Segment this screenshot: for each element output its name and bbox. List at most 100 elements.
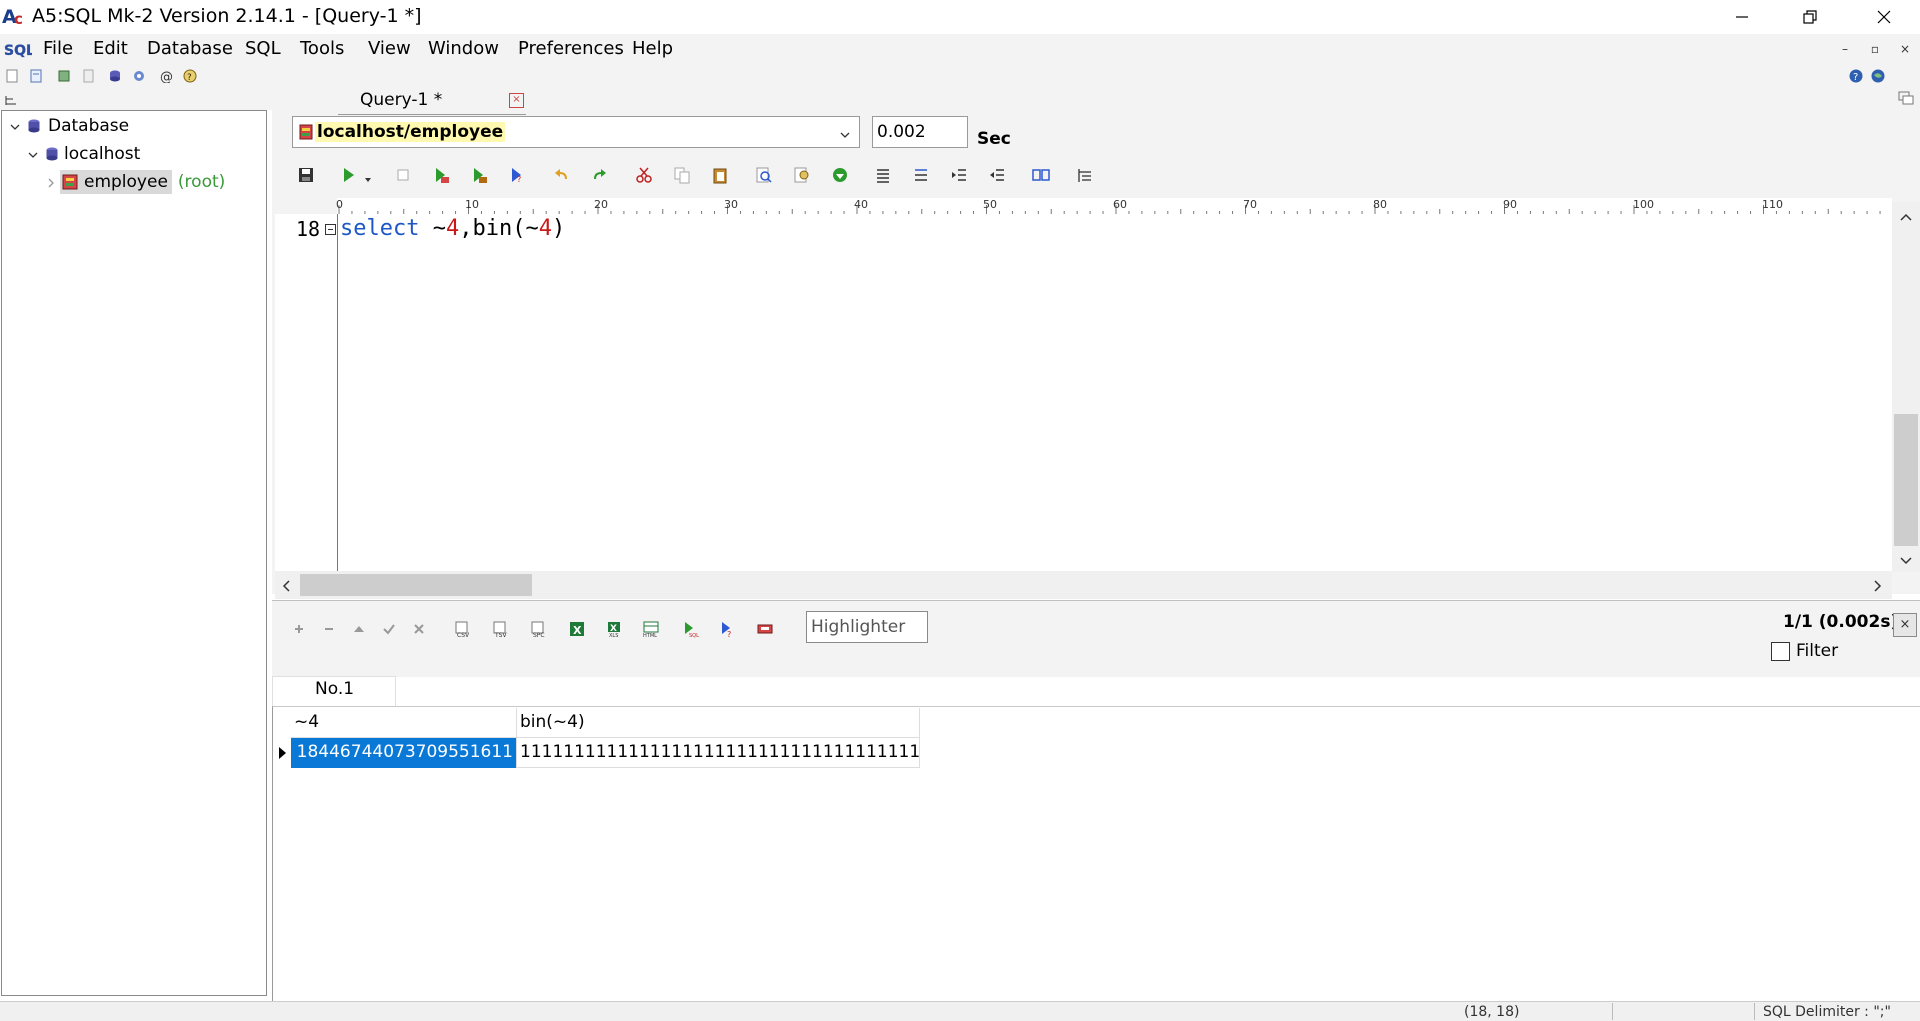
find-icon[interactable] — [755, 166, 773, 184]
copy-icon[interactable] — [673, 166, 691, 184]
print-icon[interactable] — [756, 620, 774, 638]
explain-icon[interactable] — [470, 166, 488, 184]
web-globe-icon[interactable] — [1871, 68, 1885, 83]
replace-icon[interactable] — [793, 166, 811, 184]
menu-sql[interactable]: SQL — [245, 38, 281, 59]
database-connect-icon[interactable] — [108, 68, 122, 82]
menu-tools[interactable]: Tools — [300, 38, 344, 59]
menu-help[interactable]: Help — [632, 38, 673, 59]
export-icon[interactable] — [432, 166, 450, 184]
help-circle-icon[interactable]: ? — [183, 68, 197, 83]
redo-icon[interactable] — [590, 166, 608, 184]
highlighter-input[interactable]: Highlighter — [806, 611, 928, 643]
chevron-down-icon[interactable] — [1898, 552, 1914, 565]
table-cell-selected[interactable]: 18446744073709551611 — [291, 738, 517, 768]
plan-icon[interactable]: ? — [508, 166, 526, 184]
wrap-icon[interactable] — [912, 166, 930, 184]
restore-button[interactable] — [1776, 0, 1844, 34]
export-spc-icon[interactable]: SPC — [530, 620, 548, 639]
tree-node-host[interactable]: localhost — [26, 144, 140, 164]
commit-icon[interactable] — [380, 620, 398, 638]
mdi-close-button[interactable]: × — [1894, 38, 1916, 60]
code-line[interactable]: select ~4,bin(~4) — [340, 216, 565, 241]
chevron-down-icon[interactable] — [8, 119, 22, 133]
column-header[interactable]: ~4 — [291, 708, 517, 738]
export-csv-icon[interactable]: CSV — [454, 620, 472, 639]
close-result-button[interactable]: × — [1893, 613, 1917, 637]
svg-text:?: ? — [1853, 72, 1858, 83]
menu-database[interactable]: Database — [147, 38, 233, 59]
run-query-icon[interactable]: ? — [718, 620, 736, 639]
tree-node-schema[interactable]: employee (root) — [44, 170, 225, 194]
chevron-down-icon[interactable] — [26, 147, 40, 161]
tab-close-button[interactable]: × — [509, 93, 524, 108]
at-sign-icon[interactable]: @ — [160, 68, 174, 85]
add-row-icon[interactable] — [290, 620, 308, 638]
indent-icon[interactable] — [950, 166, 968, 184]
cancel-edit-icon[interactable] — [410, 620, 428, 638]
new-file-icon[interactable] — [5, 68, 19, 83]
menu-window[interactable]: Window — [428, 38, 499, 59]
code-number: 4 — [538, 216, 552, 241]
move-up-icon[interactable] — [350, 620, 368, 638]
connection-select[interactable]: localhost/employee — [292, 116, 860, 148]
save-icon[interactable] — [297, 166, 315, 184]
mdi-restore-button[interactable]: ▫ — [1864, 38, 1886, 60]
chevron-right-icon[interactable] — [44, 175, 58, 189]
cut-icon[interactable] — [635, 166, 653, 184]
database-icon — [26, 118, 42, 134]
jump-icon[interactable] — [831, 166, 849, 184]
column-header[interactable]: bin(~4) — [517, 708, 920, 738]
outdent-icon[interactable] — [988, 166, 1006, 184]
tab-result-no1-label: No.1 — [315, 679, 355, 699]
editor-horizontal-scroll-thumb[interactable] — [300, 574, 532, 596]
mdi-minimize-button[interactable]: – — [1834, 38, 1856, 60]
undo-icon[interactable] — [553, 166, 571, 184]
open-file-icon[interactable] — [29, 68, 43, 83]
delete-row-icon[interactable] — [320, 620, 338, 638]
code-text: ) — [551, 216, 566, 241]
filter-checkbox[interactable] — [1771, 642, 1790, 661]
chevron-down-icon[interactable] — [363, 170, 373, 182]
navigator-toolbar — [0, 88, 272, 110]
minimize-button[interactable] — [1708, 0, 1776, 34]
result-grid[interactable]: ~4 bin(~4) 18446744073709551611 11111111… — [291, 708, 920, 770]
gear-icon[interactable] — [132, 68, 146, 82]
sql-editor[interactable] — [275, 214, 1892, 571]
align-icon[interactable] — [874, 166, 892, 184]
tree-node-database[interactable]: Database — [8, 116, 129, 136]
ruler-mark: 70 — [1243, 198, 1257, 211]
outline-icon[interactable] — [1076, 166, 1094, 184]
chevron-left-icon[interactable] — [280, 578, 292, 594]
close-window-button[interactable] — [1850, 0, 1918, 34]
menu-view[interactable]: View — [368, 38, 411, 59]
cursor-position: (18, 18) — [1464, 1004, 1520, 1020]
exec-time-field[interactable]: 0.002 — [872, 116, 968, 148]
editor-vertical-scroll-thumb[interactable] — [1894, 414, 1918, 546]
copy-file-icon[interactable] — [81, 68, 95, 83]
help-icon[interactable]: ? — [1849, 68, 1863, 83]
menu-preferences[interactable]: Preferences — [518, 38, 624, 59]
chevron-right-icon[interactable] — [1872, 578, 1884, 594]
execute-icon[interactable] — [340, 166, 358, 184]
export-sql-icon[interactable]: SQL — [681, 620, 699, 639]
tree-schema-selected[interactable]: employee — [60, 170, 172, 194]
paste-icon[interactable] — [711, 166, 729, 184]
export-excel-icon[interactable]: X — [568, 620, 586, 638]
ruler-mark: 110 — [1762, 198, 1783, 211]
export-html-icon[interactable]: HTML — [642, 620, 660, 639]
export-tsv-icon[interactable]: TSV — [492, 620, 510, 639]
compare-icon[interactable] — [1032, 166, 1050, 184]
menu-edit[interactable]: Edit — [93, 38, 128, 59]
save-db-icon[interactable] — [57, 68, 71, 82]
ruler-mark: 60 — [1113, 198, 1127, 211]
table-cell[interactable]: 1111111111111111111111111111111111111111 — [517, 738, 920, 768]
fold-icon[interactable] — [325, 224, 336, 235]
tree-toggle-icon[interactable] — [4, 92, 18, 106]
export-excel-file-icon[interactable]: X XLS — [606, 620, 624, 639]
chevron-up-icon[interactable] — [1898, 208, 1914, 221]
window-list-icon[interactable] — [1898, 90, 1914, 105]
menu-file[interactable]: File — [43, 38, 73, 59]
stop-icon[interactable] — [394, 166, 412, 184]
code-number: 4 — [445, 216, 460, 241]
